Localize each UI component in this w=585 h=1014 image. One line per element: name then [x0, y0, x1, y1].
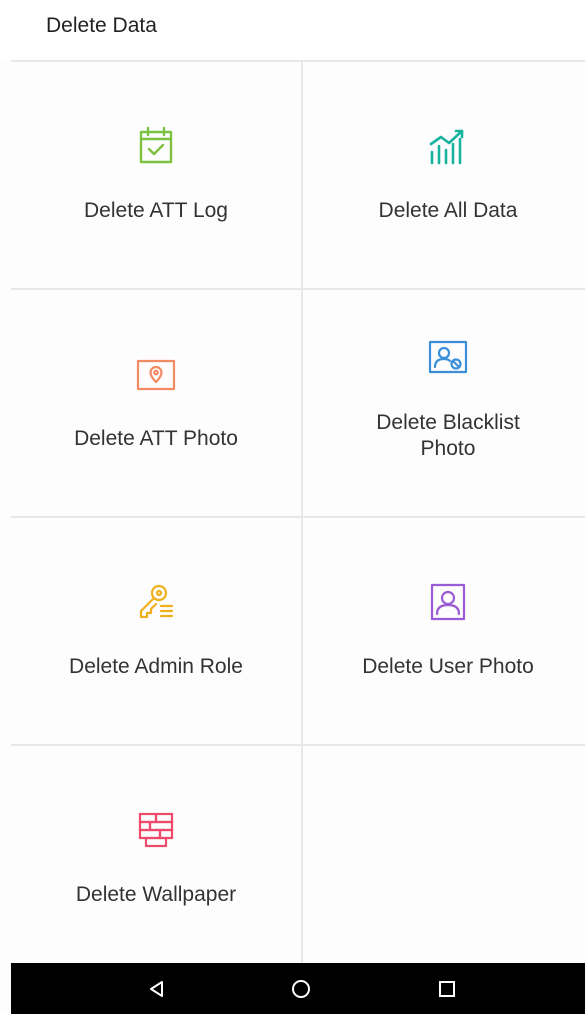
grid-divider [11, 744, 585, 746]
delete-user-photo-button[interactable]: Delete User Photo [303, 518, 585, 744]
user-photo-icon [424, 578, 472, 626]
home-button[interactable] [287, 975, 315, 1003]
delete-wallpaper-button[interactable]: Delete Wallpaper [11, 746, 301, 972]
delete-admin-role-label: Delete Admin Role [69, 655, 243, 678]
recents-square-icon [436, 978, 458, 1000]
delete-all-data-button[interactable]: Delete All Data [303, 62, 585, 288]
grid-divider-vertical [301, 62, 303, 965]
grid-divider [11, 288, 585, 290]
home-circle-icon [290, 978, 312, 1000]
bar-chart-trend-icon [424, 122, 472, 170]
delete-blacklist-photo-label: Delete Blacklist Photo [376, 411, 520, 460]
delete-admin-role-button[interactable]: Delete Admin Role [11, 518, 301, 744]
delete-att-photo-label: Delete ATT Photo [74, 427, 238, 450]
grid-divider [11, 516, 585, 518]
delete-att-log-label: Delete ATT Log [84, 199, 228, 222]
delete-blacklist-photo-button[interactable]: Delete Blacklist Photo [303, 290, 585, 516]
delete-data-screen: Delete Data Delete ATT Log Delete All Da… [0, 0, 585, 1014]
delete-all-data-label: Delete All Data [378, 199, 518, 222]
delete-user-photo-label: Delete User Photo [362, 655, 534, 678]
back-triangle-icon [146, 978, 168, 1000]
delete-att-photo-button[interactable]: Delete ATT Photo [11, 290, 301, 516]
blacklist-photo-icon [424, 334, 472, 382]
delete-wallpaper-label: Delete Wallpaper [75, 883, 237, 906]
back-button[interactable] [143, 975, 171, 1003]
page-title: Delete Data [46, 14, 157, 37]
system-navigation-bar [11, 963, 585, 1014]
photo-location-icon [132, 350, 180, 398]
key-list-icon [132, 578, 180, 626]
recents-button[interactable] [433, 975, 461, 1003]
calendar-check-icon [132, 122, 180, 170]
empty-cell [303, 746, 585, 972]
delete-att-log-button[interactable]: Delete ATT Log [11, 62, 301, 288]
wallpaper-bricks-icon [132, 806, 180, 854]
title-bar: Delete Data [0, 0, 585, 60]
delete-options-grid: Delete ATT Log Delete All Data Delete AT… [11, 60, 585, 972]
